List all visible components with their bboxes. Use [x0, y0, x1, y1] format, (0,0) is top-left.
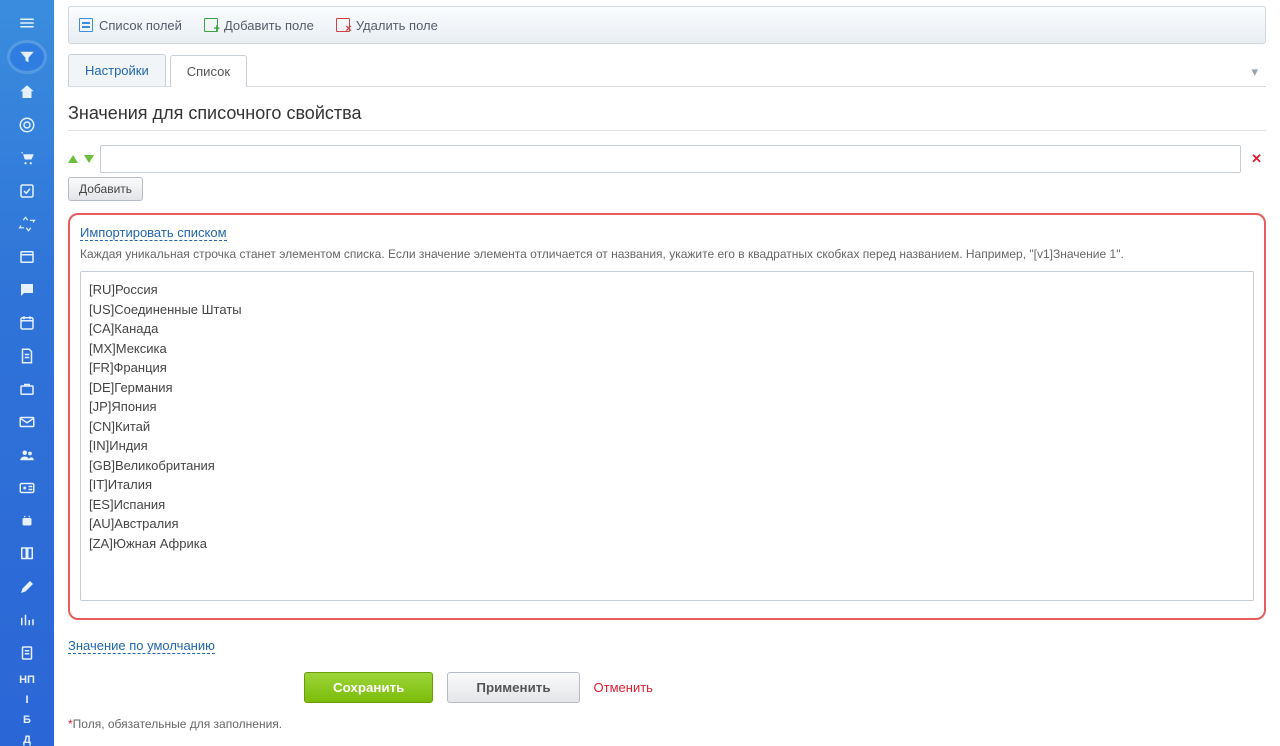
new-value-input[interactable] [100, 145, 1241, 173]
chat-icon[interactable] [12, 278, 42, 303]
apply-button[interactable]: Применить [447, 672, 579, 703]
add-value-row: ✕ [68, 145, 1266, 173]
cart-icon[interactable] [12, 145, 42, 170]
remove-value-icon[interactable]: ✕ [1247, 151, 1266, 167]
filter-icon[interactable] [10, 43, 44, 71]
briefcase-icon[interactable] [12, 377, 42, 402]
delete-icon [336, 18, 350, 32]
tab-list[interactable]: Список [170, 55, 247, 87]
import-textarea[interactable] [80, 271, 1254, 601]
delete-field-button[interactable]: Удалить поле [336, 18, 438, 33]
delete-field-label: Удалить поле [356, 18, 438, 33]
page-title: Значения для списочного свойства [68, 103, 1266, 124]
add-field-label: Добавить поле [224, 18, 314, 33]
toolbar: Список полей Добавить поле Удалить поле [68, 6, 1266, 44]
add-field-button[interactable]: Добавить поле [204, 18, 314, 33]
move-down-icon[interactable] [84, 155, 94, 163]
required-note: *Поля, обязательные для заполнения. [68, 717, 1266, 731]
tabs-settings-icon[interactable]: ▾ [1243, 58, 1266, 86]
move-up-icon[interactable] [68, 155, 78, 163]
mail-icon[interactable] [12, 410, 42, 435]
menu-icon[interactable] [12, 10, 42, 35]
footer-buttons: Сохранить Применить Отменить [68, 672, 1266, 703]
home-icon[interactable] [12, 79, 42, 104]
book-icon[interactable] [12, 542, 42, 567]
calendar-icon[interactable] [12, 311, 42, 336]
tabs: Настройки Список ▾ [68, 54, 1266, 87]
sidebar: НП I Б Д [0, 0, 54, 746]
target-icon[interactable] [12, 112, 42, 137]
sidebar-text-b[interactable]: Б [23, 714, 31, 726]
add-button[interactable]: Добавить [68, 177, 143, 201]
sidebar-text-i[interactable]: I [25, 694, 28, 706]
required-note-text: Поля, обязательные для заполнения. [73, 717, 282, 731]
add-icon [204, 18, 218, 32]
window-icon[interactable] [12, 245, 42, 270]
pen-icon[interactable] [12, 575, 42, 600]
import-list-link[interactable]: Импортировать списком [80, 225, 227, 241]
separator [68, 130, 1266, 131]
tab-settings[interactable]: Настройки [68, 54, 166, 86]
sidebar-text-d[interactable]: Д [23, 734, 31, 746]
sidebar-text-np[interactable]: НП [19, 674, 35, 686]
chart-icon[interactable] [12, 608, 42, 633]
field-list-label: Список полей [99, 18, 182, 33]
doc-icon[interactable] [12, 344, 42, 369]
import-hint: Каждая уникальная строчка станет элемент… [80, 247, 1254, 261]
list-icon [79, 18, 93, 32]
field-list-button[interactable]: Список полей [79, 18, 182, 33]
clipboard-icon[interactable] [12, 641, 42, 666]
default-value-link[interactable]: Значение по умолчанию [68, 638, 215, 654]
save-button[interactable]: Сохранить [304, 672, 433, 703]
people-icon[interactable] [12, 443, 42, 468]
android-icon[interactable] [12, 509, 42, 534]
check-icon[interactable] [12, 179, 42, 204]
import-section: Импортировать списком Каждая уникальная … [68, 213, 1266, 620]
recycle-icon[interactable] [12, 212, 42, 237]
main-content: Список полей Добавить поле Удалить поле … [54, 0, 1280, 746]
id-icon[interactable] [12, 476, 42, 501]
cancel-button[interactable]: Отменить [594, 680, 653, 695]
